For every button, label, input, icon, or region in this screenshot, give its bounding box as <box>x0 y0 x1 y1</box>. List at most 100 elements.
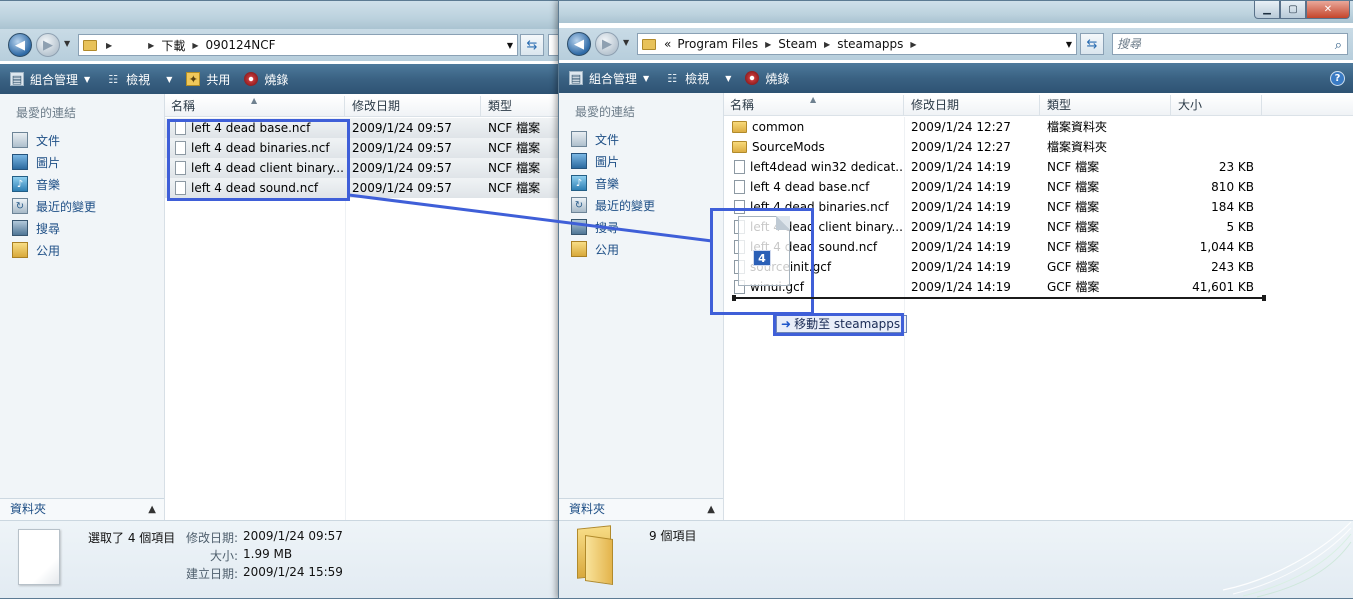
folders-toggle[interactable]: 資料夾 ▲ <box>0 498 164 520</box>
minimize-button[interactable]: ▁ <box>1254 1 1280 19</box>
search-folder-icon <box>12 220 28 236</box>
column-header-name[interactable]: 名稱 ▲ <box>165 96 345 117</box>
column-header-type[interactable]: 類型 <box>1041 95 1171 116</box>
burn-button[interactable]: 燒錄 <box>244 71 288 88</box>
column-header-size[interactable]: 大小 <box>1172 95 1262 116</box>
table-row[interactable]: left 4 dead base.ncf 2009/1/24 14:19 NCF… <box>724 177 1353 197</box>
file-modified: 2009/1/24 12:27 <box>911 120 1011 134</box>
breadcrumb-program-files[interactable]: Program Files <box>677 37 758 51</box>
share-button[interactable]: ✦ 共用 <box>186 71 230 88</box>
search-input[interactable]: 搜尋 ⌕ <box>1112 33 1348 55</box>
views-button[interactable]: ☷ 檢視 ▼ <box>665 70 731 87</box>
table-row[interactable]: left 4 dead binaries.ncf 2009/1/24 14:19… <box>724 197 1353 217</box>
chevron-up-icon[interactable]: ▲ <box>707 499 715 520</box>
table-row[interactable]: left 4 dead sound.ncf 2009/1/24 14:19 NC… <box>724 237 1353 257</box>
created-value: 2009/1/24 15:59 <box>243 565 343 579</box>
breadcrumb-overflow[interactable]: « <box>664 37 671 51</box>
column-header-modified[interactable]: 修改日期 <box>905 95 1040 116</box>
forward-button[interactable]: ▶ <box>595 32 619 56</box>
nav-item-documents[interactable]: 文件 <box>559 128 723 150</box>
history-dropdown-icon[interactable]: ▼ <box>64 39 70 48</box>
column-label: 類型 <box>488 99 513 113</box>
search-icon[interactable]: ⌕ <box>1335 36 1342 56</box>
column-label: 大小 <box>1178 98 1203 112</box>
table-row[interactable]: common 2009/1/24 12:27 檔案資料夾 <box>724 117 1353 137</box>
nav-item-public[interactable]: 公用 <box>0 239 164 261</box>
table-row[interactable]: left 4 dead client binary.... 2009/1/24 … <box>724 217 1353 237</box>
file-modified: 2009/1/24 09:57 <box>352 141 452 155</box>
breadcrumb-separator-icon[interactable]: ▶ <box>824 40 830 49</box>
nav-item-label: 搜尋 <box>36 221 61 236</box>
refresh-button[interactable]: ⇆ <box>1080 33 1104 55</box>
nav-item-recent[interactable]: ↻ 最近的變更 <box>0 195 164 217</box>
nav-item-documents[interactable]: 文件 <box>0 129 164 151</box>
nav-item-label: 文件 <box>36 133 61 148</box>
file-modified: 2009/1/24 14:19 <box>911 180 1011 194</box>
table-row[interactable]: left4dead win32 dedicat... 2009/1/24 14:… <box>724 157 1353 177</box>
column-header-modified[interactable]: 修改日期 <box>346 96 481 117</box>
organize-button[interactable]: ▤ 組合管理 ▼ <box>10 71 90 88</box>
views-button[interactable]: ☷ 檢視 ▼ <box>106 71 172 88</box>
maximize-button[interactable]: ▢ <box>1280 1 1306 19</box>
breadcrumb-user[interactable] <box>119 38 142 52</box>
nav-item-searches[interactable]: 搜尋 <box>0 217 164 239</box>
burn-button[interactable]: 燒錄 <box>745 70 789 87</box>
organize-button[interactable]: ▤ 組合管理 ▼ <box>569 70 649 87</box>
folders-label: 資料夾 <box>569 502 606 516</box>
favorite-links-heading: 最愛的連結 <box>16 106 77 120</box>
navigation-pane: 最愛的連結 文件 圖片 ♪ 音樂 ↻ 最近的變更 搜尋 公用 資料夾 ▲ <box>559 93 724 520</box>
table-row[interactable]: SourceMods 2009/1/24 12:27 檔案資料夾 <box>724 137 1353 157</box>
file-type: NCF 檔案 <box>1047 220 1100 234</box>
nav-item-pictures[interactable]: 圖片 <box>559 150 723 172</box>
back-button[interactable]: ◀ <box>8 33 32 57</box>
nav-item-recent[interactable]: ↻ 最近的變更 <box>559 194 723 216</box>
file-type: NCF 檔案 <box>1047 200 1100 214</box>
column-header-type[interactable]: 類型 <box>482 96 561 117</box>
file-size: 243 KB <box>1211 260 1254 274</box>
nav-item-public[interactable]: 公用 <box>559 238 723 260</box>
table-row[interactable]: winui.gcf 2009/1/24 14:19 GCF 檔案 41,601 … <box>724 277 1353 297</box>
close-button[interactable]: ✕ <box>1306 1 1350 19</box>
sort-ascending-icon: ▲ <box>251 96 258 105</box>
column-header-name[interactable]: 名稱 ▲ <box>724 95 904 116</box>
address-bar-row: ◀ ▶ ▼ « Program Files ▶ Steam ▶ steamapp… <box>559 28 1353 60</box>
breadcrumb-separator-icon[interactable]: ▶ <box>148 41 154 50</box>
breadcrumb-downloads[interactable]: 下載 <box>161 37 185 54</box>
table-row[interactable]: sourceinit.gcf 2009/1/24 14:19 GCF 檔案 24… <box>724 257 1353 277</box>
nav-item-label: 音樂 <box>36 177 61 192</box>
breadcrumb-steamapps[interactable]: steamapps <box>837 37 903 51</box>
address-field[interactable]: ▶ ▶ 下載 ▶ 090124NCF ▼ <box>78 34 518 56</box>
address-dropdown-icon[interactable]: ▼ <box>1066 40 1072 49</box>
breadcrumb-separator-icon[interactable]: ▶ <box>106 41 112 50</box>
file-size <box>1172 117 1262 137</box>
folders-toggle[interactable]: 資料夾 ▲ <box>559 498 723 520</box>
organize-label: 組合管理 <box>589 71 638 86</box>
chevron-up-icon[interactable]: ▲ <box>148 499 156 520</box>
help-button[interactable]: ? <box>1330 71 1345 86</box>
refresh-button[interactable]: ⇆ <box>520 34 544 56</box>
address-dropdown-icon[interactable]: ▼ <box>507 41 513 50</box>
breadcrumb-separator-icon[interactable]: ▶ <box>765 40 771 49</box>
forward-button[interactable]: ▶ <box>36 33 60 57</box>
address-field[interactable]: « Program Files ▶ Steam ▶ steamapps ▶ ▼ <box>637 33 1077 55</box>
file-size <box>1172 137 1262 157</box>
breadcrumb-separator-icon[interactable]: ▶ <box>910 40 916 49</box>
chevron-down-icon[interactable]: ▼ <box>166 75 172 84</box>
back-button[interactable]: ◀ <box>567 32 591 56</box>
nav-item-searches[interactable]: 搜尋 <box>559 216 723 238</box>
nav-item-music[interactable]: ♪ 音樂 <box>559 172 723 194</box>
nav-item-pictures[interactable]: 圖片 <box>0 151 164 173</box>
search-placeholder: 搜尋 <box>1117 37 1142 51</box>
drop-insertion-line <box>732 295 1266 301</box>
title-bar[interactable] <box>0 1 561 29</box>
title-bar[interactable]: ▁ ▢ ✕ <box>559 1 1353 23</box>
search-folder-icon <box>571 219 587 235</box>
column-headers: 名稱 ▲ 修改日期 類型 大小 <box>724 95 1353 116</box>
nav-item-music[interactable]: ♪ 音樂 <box>0 173 164 195</box>
breadcrumb-steam[interactable]: Steam <box>778 37 817 51</box>
history-dropdown-icon[interactable]: ▼ <box>623 38 629 47</box>
breadcrumb-folder[interactable]: 090124NCF <box>205 38 275 52</box>
breadcrumb-separator-icon[interactable]: ▶ <box>192 41 198 50</box>
chevron-down-icon[interactable]: ▼ <box>725 74 731 83</box>
recent-icon: ↻ <box>571 197 587 213</box>
